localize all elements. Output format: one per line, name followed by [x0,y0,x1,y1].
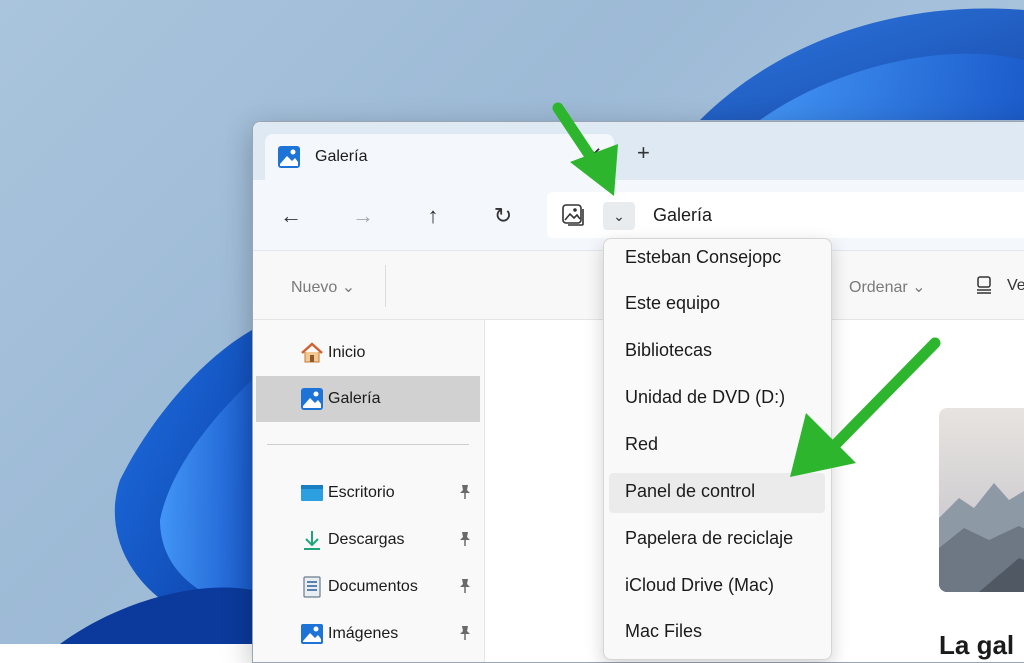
command-divider [385,265,386,307]
annotation-arrow-chevron [552,102,618,196]
tab-bar: Galería ✕ + [253,122,1024,180]
sidebar-item-documentos[interactable]: Documentos [256,564,480,610]
desktop-icon [301,485,323,501]
sidebar-item-label: Escritorio [328,484,395,501]
sidebar-item-label: Inicio [328,344,366,361]
pictures-icon [301,624,323,644]
sort-button[interactable]: Ordenar ⌄ [849,277,926,297]
address-text[interactable]: Galería [653,205,712,226]
menu-item-mac-files[interactable]: Mac Files [609,613,825,653]
sidebar-item-inicio[interactable]: Inicio [256,330,480,376]
back-button[interactable]: ← [273,198,309,234]
pin-icon[interactable] [458,625,472,641]
sidebar-item-imagenes[interactable]: Imágenes [256,611,480,657]
pin-icon[interactable] [458,484,472,500]
sidebar-item-label: Imágenes [328,625,399,642]
document-icon [303,576,321,598]
home-icon [301,342,323,363]
menu-item-papelera[interactable]: Papelera de reciclaje [609,520,825,560]
forward-button[interactable]: → [345,198,381,234]
sidebar-item-label: Descargas [328,531,405,548]
gallery-icon [278,146,300,168]
content-heading: La gal [939,630,1015,660]
refresh-button[interactable]: ↻ [485,198,521,234]
menu-item-icloud-drive[interactable]: iCloud Drive (Mac) [609,567,825,607]
sidebar-item-galeria[interactable]: Galería [256,376,480,422]
menu-item-esteban-consejopc[interactable]: Esteban Consejopc [609,239,825,279]
gallery-icon [301,388,323,410]
gallery-thumbnail[interactable] [939,408,1024,592]
sidebar-item-label: Galería [328,390,381,407]
pin-icon[interactable] [458,531,472,547]
download-icon [304,531,320,550]
view-button[interactable]: Ve [1007,277,1024,295]
sidebar-divider [267,444,469,445]
view-icon[interactable] [975,275,993,295]
navigation-pane: Inicio Galería Escritorio Descargas Docu… [253,320,485,662]
up-button[interactable]: ↑ [415,198,451,234]
pin-icon[interactable] [458,578,472,594]
menu-item-este-equipo[interactable]: Este equipo [609,285,825,325]
sidebar-item-escritorio[interactable]: Escritorio [256,470,480,516]
annotation-arrow-panel [790,337,941,477]
tab-title: Galería [315,148,368,165]
new-button[interactable]: Nuevo ⌄ [291,277,355,297]
new-tab-button[interactable]: + [637,142,650,164]
sidebar-item-label: Documentos [328,578,418,595]
sidebar-item-descargas[interactable]: Descargas [256,517,480,563]
